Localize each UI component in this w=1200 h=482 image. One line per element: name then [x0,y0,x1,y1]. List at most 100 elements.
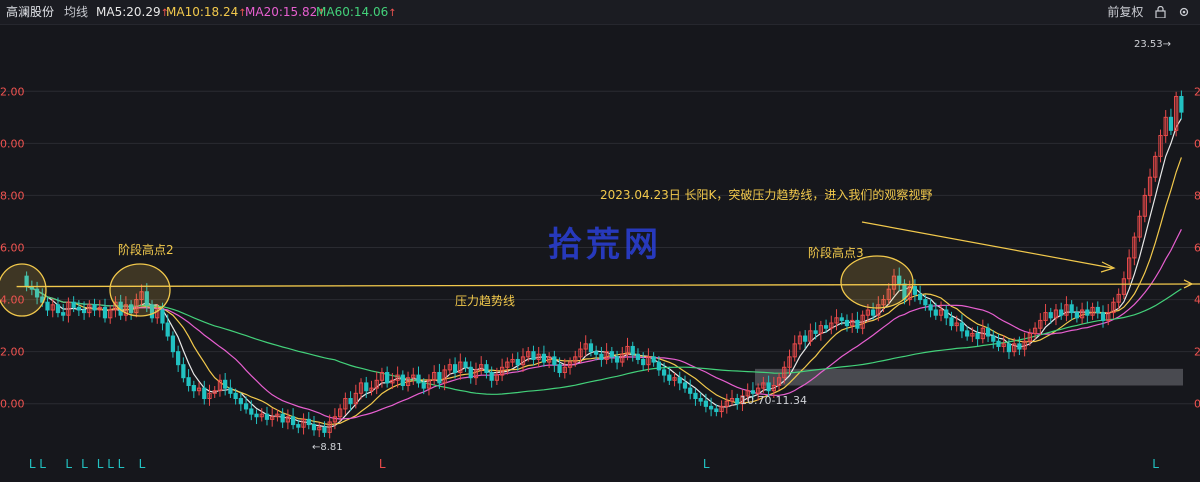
bottom-marker: L [139,457,146,471]
candle [385,366,390,388]
candle [97,300,102,318]
candle-body [1017,343,1022,350]
candle-body [243,403,249,410]
candle-body [588,343,594,353]
high1-circle [0,263,47,317]
candle [980,319,985,344]
candle [254,409,259,425]
candle [1095,301,1100,319]
candle [855,311,860,333]
candle [719,400,724,418]
y-tick-label: 2.00 [0,346,25,359]
candle [604,343,609,365]
candle [797,331,803,350]
high-label: 23.53→ [1134,39,1171,50]
candle [87,300,92,318]
candle-body [661,369,667,376]
candle-body [463,361,468,368]
candle-body [996,340,1001,347]
candle-body [813,330,818,334]
candle [432,365,437,385]
candle [1127,249,1132,285]
candle-body [489,371,494,381]
candle-body [254,413,259,418]
candle [170,331,176,358]
candle [217,374,223,397]
candle-body [844,319,850,327]
y-tick-label-right: 2 [1194,346,1200,359]
candlestick-chart[interactable]: 阶段高点2 阶段高点3 压力趋势线 2023.04.23日 长阳K，突破压力趋势线，进… [0,0,1200,482]
candle-body [452,364,458,373]
candle-body [630,345,635,355]
candle-body [437,371,442,384]
candle [834,309,839,331]
candle [473,362,479,385]
candle-body [594,351,599,355]
candle-body [348,398,353,405]
candle [264,406,270,426]
candle-body [750,390,756,394]
candle [228,379,233,399]
candle-body [186,377,191,387]
candle [280,408,285,428]
candle [975,326,980,346]
candle-body [233,392,238,400]
candle [912,279,918,302]
candle-body [677,377,682,384]
candle [1090,302,1095,320]
candle-body [949,317,954,327]
y-tick-label-right: 0 [1194,137,1200,150]
candle [682,375,688,393]
candle [296,419,301,434]
candle-body [1048,312,1053,319]
candle [379,367,385,388]
candle [562,358,567,379]
candle-body [55,304,61,314]
candle [452,357,458,379]
candle-body [76,306,81,311]
candle-body [249,408,254,415]
candle-body [71,301,76,308]
candle [223,373,228,396]
bottom-marker: L [1152,457,1159,471]
candle [630,341,635,362]
candle [1132,232,1137,266]
y-tick-label: 6.00 [0,242,25,255]
candle-body [1100,312,1106,321]
candle [850,313,855,333]
candle [724,393,729,414]
trendline-label: 压力趋势线 [455,294,515,308]
candle-body [468,366,473,379]
candle-body [928,304,933,311]
high2-circle [109,263,171,317]
bottom-marker: L [703,457,710,471]
candle [270,408,275,427]
candle [515,352,520,371]
candle [959,314,965,339]
candle-body [280,413,285,423]
candle-body [228,387,233,394]
candle [996,333,1001,352]
candle [1158,129,1163,163]
candle [306,412,311,430]
y-tick-label: 0.00 [0,398,25,411]
candle [405,371,411,392]
candle [1137,210,1142,242]
candle [290,408,296,430]
bottom-markers: LLLLLLLLLLL [29,457,1159,471]
candle [311,415,317,436]
candle [1179,90,1184,120]
candle [651,352,656,367]
candle-body [985,327,991,337]
candle-body [306,418,311,426]
y-tick-label: 0.00 [0,137,25,150]
candle-body [1085,309,1090,316]
candle [374,371,379,395]
candle-body [599,353,604,360]
candle [186,369,191,392]
candle [991,330,996,349]
bottom-marker: L [118,457,125,471]
candle-body [102,306,108,319]
candle [301,413,306,435]
candle-body [855,319,860,329]
